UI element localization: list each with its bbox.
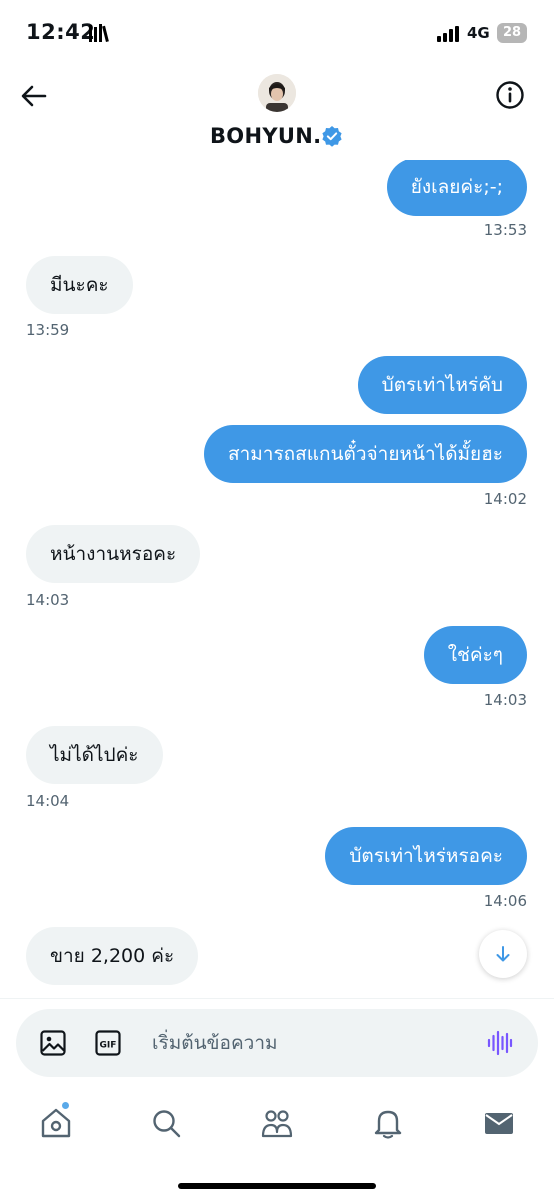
message-bubble-outgoing[interactable]: สามารถสแกนตั๋วจ่ายหน้าได้มั้ยฮะ [204,425,527,483]
message-composer: GIF [16,1009,538,1077]
signal-icon [437,26,459,42]
message-timestamp: 14:03 [26,591,70,609]
conversation-header: BOHYUN. [0,64,554,160]
message-timestamp: 13:53 [483,221,527,239]
gif-icon[interactable]: GIF [95,1030,121,1056]
avatar[interactable] [258,74,296,112]
message-bubble-incoming[interactable]: มีนะคะ [26,256,133,314]
messages-icon[interactable] [482,1106,516,1140]
voice-message-icon[interactable] [487,1030,513,1056]
books-icon [89,24,109,42]
contact-name[interactable]: BOHYUN. [210,124,321,148]
status-time: 12:42 [26,20,96,44]
message-bubble-outgoing[interactable]: ยังเลยค่ะ;-; [386,160,527,216]
search-icon[interactable] [149,1106,183,1140]
message-timestamp: 14:06 [483,892,527,910]
divider [0,998,554,999]
battery-indicator: 28 [497,23,527,43]
message-bubble-incoming[interactable]: ไม่ได้ไปค่ะ [26,726,163,784]
message-bubble-incoming[interactable]: หน้างานหรอคะ [26,525,201,583]
scroll-to-bottom-button[interactable] [479,930,527,978]
home-icon[interactable] [39,1106,73,1140]
svg-text:GIF: GIF [100,1041,117,1051]
communities-icon[interactable] [260,1106,294,1140]
message-timestamp: 13:59 [26,321,70,339]
home-notification-dot [61,1101,70,1110]
info-icon[interactable] [494,79,526,111]
bottom-tab-bar [0,1092,554,1162]
message-thread[interactable]: ยังเลยค่ะ;-; 13:53 มีนะคะ 13:59 บัตรเท่า… [0,160,554,998]
image-icon[interactable] [40,1030,66,1056]
message-bubble-outgoing[interactable]: บัตรเท่าไหร่หรอคะ [325,827,527,885]
avatar-photo-icon [258,74,296,112]
back-arrow-icon[interactable] [18,80,50,112]
message-bubble-outgoing[interactable]: ใช่ค่ะๆ [423,626,527,684]
status-bar: 12:42 4G 28 [0,0,554,64]
arrow-down-icon [496,946,510,962]
message-timestamp: 14:04 [26,792,70,810]
message-timestamp: 14:03 [483,691,527,709]
message-input[interactable] [152,1009,472,1077]
home-indicator [178,1183,376,1189]
message-bubble-outgoing[interactable]: บัตรเท่าไหร่คับ [357,356,527,414]
message-bubble-incoming[interactable]: ขาย 2,200 ค่ะ [26,927,199,985]
verified-badge-icon [322,126,342,147]
notifications-icon[interactable] [371,1106,405,1140]
network-type: 4G [467,24,490,42]
message-timestamp: 14:02 [483,490,527,508]
